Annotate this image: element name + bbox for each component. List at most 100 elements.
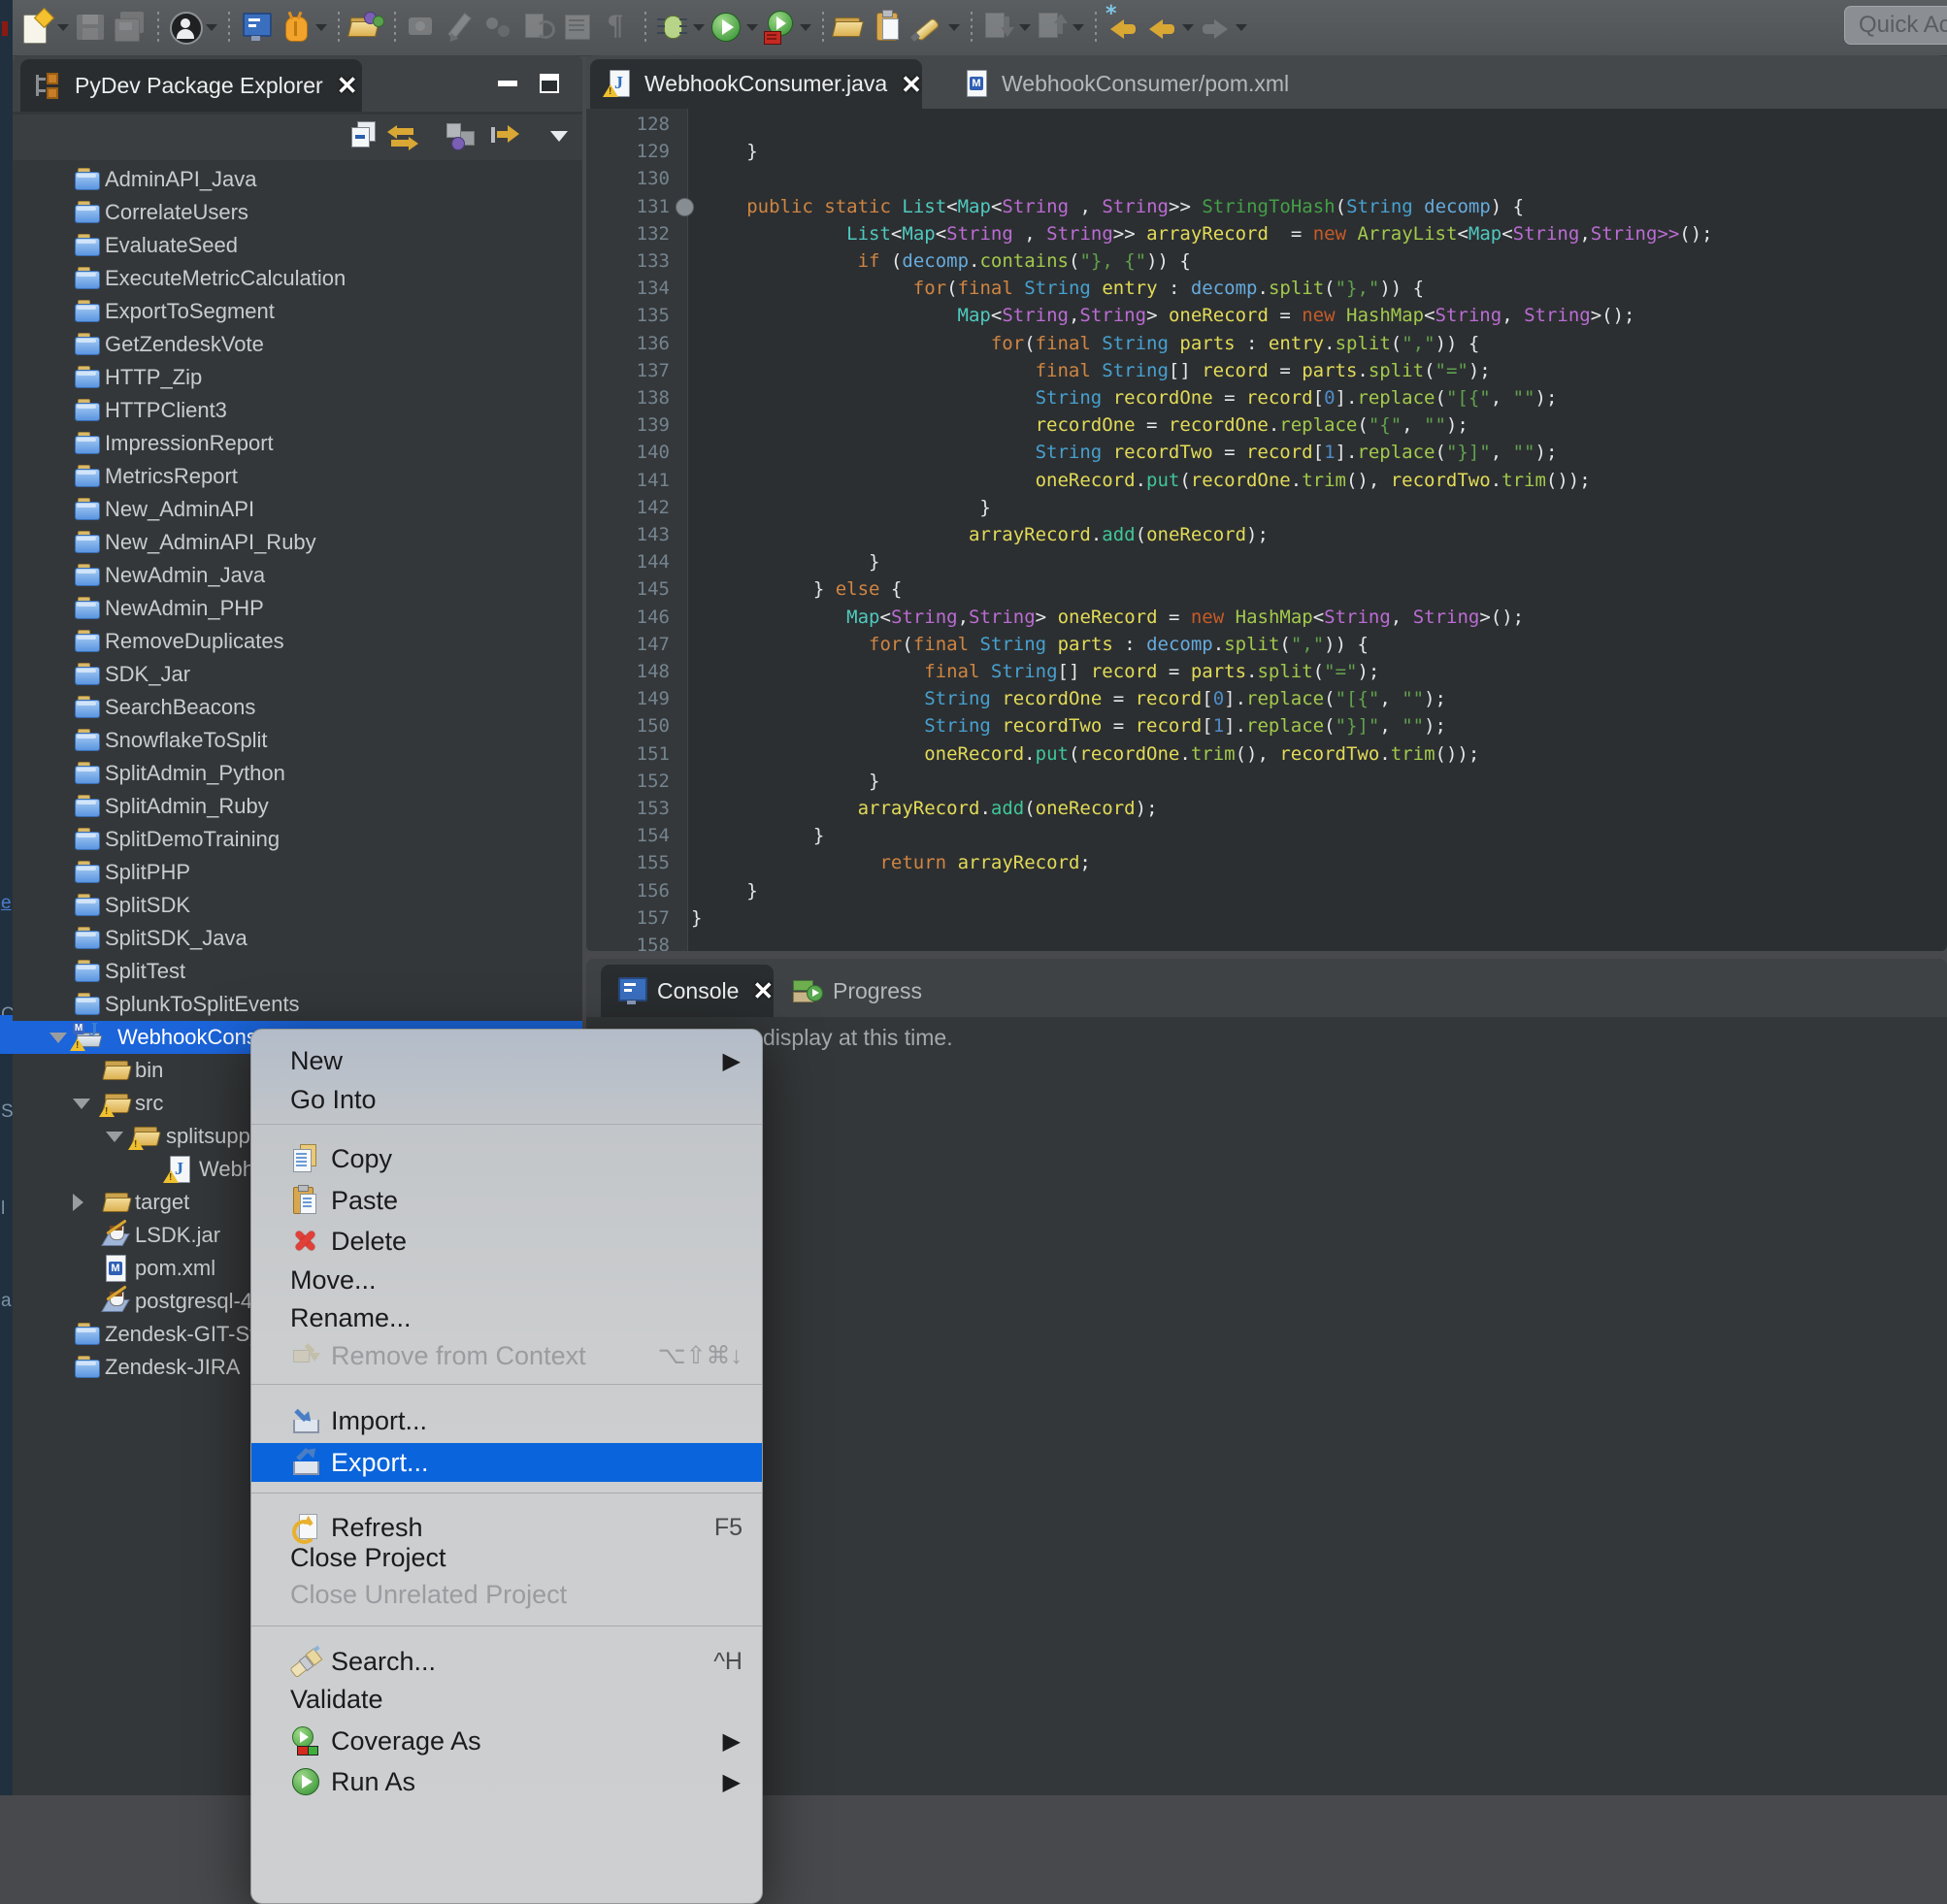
project-closed-icon — [73, 727, 100, 752]
user-profile-button[interactable] — [168, 10, 205, 47]
tree-item-newadmin-java[interactable]: NewAdmin_Java — [13, 559, 582, 592]
tree-item-exporttosegment[interactable]: ExportToSegment — [13, 295, 582, 328]
close-view-icon[interactable]: ✕ — [337, 73, 358, 98]
maximize-view-icon[interactable] — [540, 74, 559, 93]
tree-item-adminapi-java[interactable]: AdminAPI_Java — [13, 163, 582, 196]
dropdown-caret-icon[interactable] — [800, 24, 811, 31]
tree-item-label: NewAdmin_Java — [105, 563, 265, 588]
tab-progress[interactable]: Progress — [776, 965, 922, 1017]
tab-webhookconsumer-pom-xml[interactable]: M WebhookConsumer/pom.xml — [947, 59, 1289, 109]
menu-item-import[interactable]: Import... — [251, 1401, 762, 1440]
tree-item-http-zip[interactable]: HTTP_Zip — [13, 361, 582, 394]
menu-item-rename[interactable]: Rename... — [251, 1298, 762, 1337]
tab-console[interactable]: Console ✕ — [601, 965, 774, 1017]
pen-tool-button[interactable] — [444, 10, 480, 47]
collapse-all-button[interactable] — [347, 119, 382, 154]
menu-item-delete[interactable]: Delete — [251, 1222, 762, 1261]
folder-contents-button[interactable] — [348, 10, 385, 47]
tree-item-executemetriccalculation[interactable]: ExecuteMetricCalculation — [13, 262, 582, 295]
save-button[interactable] — [73, 10, 110, 47]
marker-button[interactable] — [910, 10, 947, 47]
tree-item-splitsdk[interactable]: SplitSDK — [13, 889, 582, 922]
tree-item-new-adminapi-ruby[interactable]: New_AdminAPI_Ruby — [13, 526, 582, 559]
bug-orange-button[interactable] — [278, 10, 314, 47]
tree-item-getzendeskvote[interactable]: GetZendeskVote — [13, 328, 582, 361]
menu-item-close-project[interactable]: Close Project — [251, 1538, 762, 1577]
pilcrow-button[interactable]: ¶ — [599, 10, 636, 47]
menu-item-validate[interactable]: Validate — [251, 1680, 762, 1719]
dropdown-caret-icon[interactable] — [1182, 24, 1194, 31]
dropdown-caret-icon[interactable] — [693, 24, 705, 31]
close-tab-icon[interactable]: ✕ — [901, 72, 922, 97]
console-view-button[interactable] — [239, 10, 276, 47]
line-number: 145 — [586, 575, 670, 603]
menu-item-run-as[interactable]: Run As▶ — [251, 1762, 762, 1801]
tree-item-splitphp[interactable]: SplitPHP — [13, 856, 582, 889]
package-sync-button[interactable] — [444, 119, 478, 154]
back-button[interactable] — [1144, 10, 1181, 47]
tree-item-searchbeacons[interactable]: SearchBeacons — [13, 691, 582, 724]
tree-item-httpclient3[interactable]: HTTPClient3 — [13, 394, 582, 427]
tree-item-correlateusers[interactable]: CorrelateUsers — [13, 196, 582, 229]
tree-item-snowflaketosplit[interactable]: SnowflakeToSplit — [13, 724, 582, 757]
collapse-arrow-icon[interactable] — [50, 1033, 67, 1043]
dropdown-caret-icon[interactable] — [1019, 24, 1031, 31]
plugs-gray-button[interactable] — [482, 10, 519, 47]
tree-item-newadmin-php[interactable]: NewAdmin_PHP — [13, 592, 582, 625]
dropdown-caret-icon[interactable] — [1236, 24, 1247, 31]
menu-item-paste[interactable]: Paste — [251, 1181, 762, 1220]
tree-item-new-adminapi[interactable]: New_AdminAPI — [13, 493, 582, 526]
back-star-button[interactable]: * — [1106, 10, 1142, 47]
minimize-view-icon[interactable] — [498, 81, 517, 86]
collapse-arrow-icon[interactable] — [73, 1099, 90, 1109]
dropdown-caret-icon[interactable] — [948, 24, 960, 31]
tree-item-splittest[interactable]: SplitTest — [13, 955, 582, 988]
tree-item-label: ExportToSegment — [105, 299, 275, 324]
folder-open-tb-button[interactable] — [833, 10, 870, 47]
menu-item-copy[interactable]: Copy — [251, 1139, 762, 1178]
dropdown-caret-icon[interactable] — [1072, 24, 1084, 31]
dropdown-caret-icon[interactable] — [315, 24, 327, 31]
forward-button[interactable] — [1198, 10, 1235, 47]
tool-gray-button[interactable] — [405, 10, 442, 47]
close-console-icon[interactable]: ✕ — [752, 978, 774, 1003]
dropdown-caret-icon[interactable] — [746, 24, 758, 31]
tree-item-sdk-jar[interactable]: SDK_Jar — [13, 658, 582, 691]
run-button[interactable] — [709, 10, 745, 47]
new-wizard-button[interactable] — [19, 10, 56, 47]
menu-item-export[interactable]: Export... — [251, 1443, 762, 1482]
doc-sync-button[interactable] — [521, 10, 558, 47]
annotation-prev-button[interactable] — [1035, 10, 1072, 47]
tree-item-splunktosplitevents[interactable]: SplunkToSplitEvents — [13, 988, 582, 1021]
menu-item-search[interactable]: Search...^H — [251, 1642, 762, 1681]
menu-item-go-into[interactable]: Go Into — [251, 1080, 762, 1119]
link-editor-button[interactable] — [385, 119, 420, 154]
dropdown-caret-icon[interactable] — [206, 24, 217, 31]
list-view-button[interactable] — [560, 10, 597, 47]
save-all-button[interactable] — [112, 10, 148, 47]
code-area[interactable]: 128129 }130131 public static List<Map<St… — [586, 109, 1947, 951]
menu-item-coverage-as[interactable]: Coverage As▶ — [251, 1722, 762, 1760]
expand-arrow-icon[interactable] — [73, 1194, 83, 1211]
explorer-view-tab[interactable]: PyDev Package Explorer ✕ — [20, 59, 362, 112]
run-external-button[interactable] — [762, 10, 799, 47]
tree-item-splitsdk-java[interactable]: SplitSDK_Java — [13, 922, 582, 955]
menu-item-move[interactable]: Move... — [251, 1261, 762, 1299]
menu-item-new[interactable]: New▶ — [251, 1041, 762, 1080]
tree-item-splitdemotraining[interactable]: SplitDemoTraining — [13, 823, 582, 856]
collapse-arrow-icon[interactable] — [106, 1132, 123, 1142]
tree-item-impressionreport[interactable]: ImpressionReport — [13, 427, 582, 460]
quick-access-box[interactable]: Quick Access — [1844, 6, 1947, 45]
tree-item-splitadmin-python[interactable]: SplitAdmin_Python — [13, 757, 582, 790]
tree-item-evaluateseed[interactable]: EvaluateSeed — [13, 229, 582, 262]
dropdown-caret-icon[interactable] — [57, 24, 69, 31]
clipboard-button[interactable] — [872, 10, 908, 47]
focus-task-button[interactable] — [489, 119, 524, 154]
bug-green-button[interactable] — [655, 10, 692, 47]
annotation-next-button[interactable] — [981, 10, 1018, 47]
tree-item-splitadmin-ruby[interactable]: SplitAdmin_Ruby — [13, 790, 582, 823]
view-menu-button[interactable] — [543, 119, 578, 154]
tab-webhookconsumer-java[interactable]: J! WebhookConsumer.java ✕ — [590, 59, 922, 109]
tree-item-removeduplicates[interactable]: RemoveDuplicates — [13, 625, 582, 658]
tree-item-metricsreport[interactable]: MetricsReport — [13, 460, 582, 493]
